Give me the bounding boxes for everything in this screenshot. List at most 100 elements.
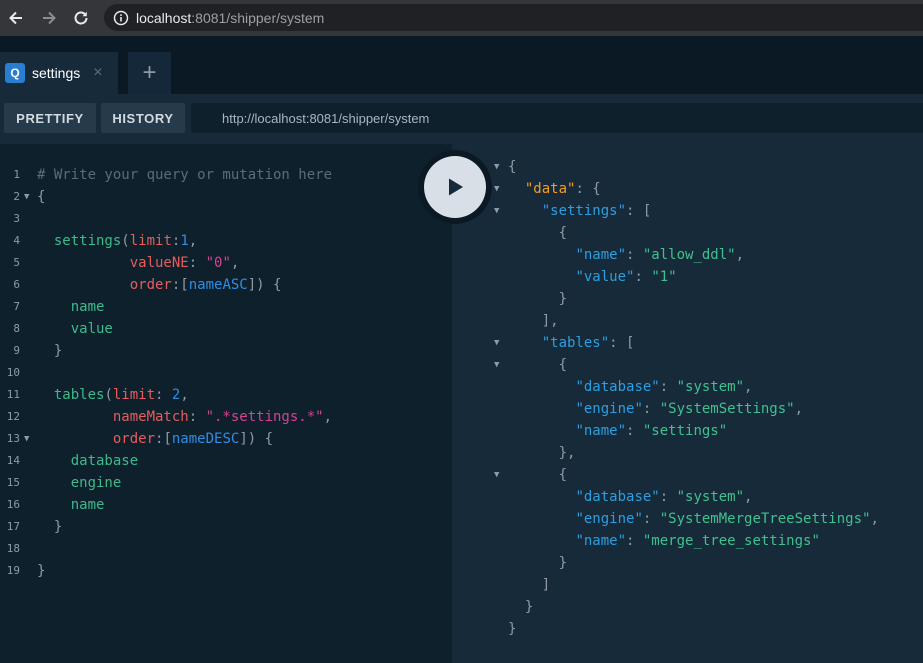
code-token: "0" xyxy=(205,255,231,271)
code-token: name xyxy=(70,497,105,513)
editor-line: { xyxy=(37,186,45,208)
endpoint-input[interactable]: http://localhost:8081/shipper/system xyxy=(191,103,923,133)
code-token: :[ xyxy=(155,431,172,447)
tab-settings[interactable]: Q settings × xyxy=(0,52,118,94)
code-token: , xyxy=(870,511,879,527)
code-token: engine xyxy=(70,475,122,491)
code-token: { xyxy=(37,189,46,205)
code-token: , xyxy=(180,387,189,403)
line-number: 10 xyxy=(6,366,20,379)
fold-arrow-icon[interactable]: ▼ xyxy=(494,332,499,354)
result-line: "engine": "SystemSettings", xyxy=(508,398,803,420)
playground-toolbar: PRETTIFY HISTORY http://localhost:8081/s… xyxy=(0,94,923,144)
result-line: "data": { xyxy=(508,178,601,200)
line-number: 18 xyxy=(6,542,20,555)
prettify-button[interactable]: PRETTIFY xyxy=(4,103,96,133)
line-number: 15 xyxy=(6,476,20,489)
code-token: "value" xyxy=(575,269,635,285)
editor-line: } xyxy=(37,560,45,582)
line-number: 16 xyxy=(6,498,20,511)
url-host: localhost xyxy=(136,9,192,26)
code-token: ( xyxy=(104,387,113,403)
result-line: { xyxy=(508,156,516,178)
line-number: 5 xyxy=(13,256,20,269)
line-number: 17 xyxy=(6,520,20,533)
code-token: nameASC xyxy=(188,277,248,293)
code-token: "settings" xyxy=(642,423,728,439)
code-token: { xyxy=(508,159,517,175)
forward-arrow-icon[interactable] xyxy=(36,5,62,31)
code-token: }, xyxy=(558,445,576,461)
code-token: { xyxy=(558,467,568,483)
fold-arrow-icon[interactable]: ▼ xyxy=(494,354,499,376)
code-token: : { xyxy=(575,181,601,197)
code-token: , xyxy=(744,379,753,395)
line-number: 12 xyxy=(6,410,20,423)
fold-arrow-icon[interactable]: ▼ xyxy=(494,156,499,178)
editor-line: nameMatch: ".*settings.*", xyxy=(37,406,332,428)
code-token: : xyxy=(659,379,677,395)
editor-line: order:[nameDESC]) { xyxy=(37,428,273,450)
code-token: } xyxy=(53,343,63,359)
code-token: } xyxy=(508,621,517,637)
info-icon[interactable] xyxy=(113,10,129,26)
result-line: { xyxy=(508,222,567,244)
fold-arrow-icon[interactable]: ▼ xyxy=(494,178,499,200)
code-token: { xyxy=(558,225,568,241)
code-token: ]) { xyxy=(239,431,274,447)
code-token: : xyxy=(642,401,660,417)
code-token: "engine" xyxy=(575,401,643,417)
editor-line: order:[nameASC]) { xyxy=(37,274,282,296)
address-text: localhost:8081/shipper/system xyxy=(136,10,324,26)
fold-arrow-icon[interactable]: ▼ xyxy=(24,186,29,208)
result-line: }, xyxy=(508,442,576,464)
editor-line: tables(limit: 2, xyxy=(37,384,189,406)
code-token: "SystemSettings" xyxy=(659,401,795,417)
code-token: "engine" xyxy=(575,511,643,527)
fold-arrow-icon[interactable]: ▼ xyxy=(24,428,29,450)
result-line: "settings": [ xyxy=(508,200,652,222)
fold-arrow-icon[interactable]: ▼ xyxy=(494,200,499,222)
code-token: , xyxy=(735,247,745,263)
browser-toolbar: localhost:8081/shipper/system xyxy=(0,0,923,36)
query-editor[interactable]: 1 # Write your query or mutation here 2 ▼ {3… xyxy=(0,144,452,663)
result-line: ], xyxy=(508,310,559,332)
code-token: } xyxy=(53,519,63,535)
editor-line: value xyxy=(37,318,113,340)
address-bar[interactable]: localhost:8081/shipper/system xyxy=(104,4,923,31)
editor-line: } xyxy=(37,516,62,538)
code-token: "allow_ddl" xyxy=(642,247,736,263)
close-icon[interactable]: × xyxy=(93,64,102,82)
fold-arrow-icon[interactable]: ▼ xyxy=(494,464,499,486)
line-number: 1 xyxy=(13,168,20,181)
history-button[interactable]: HISTORY xyxy=(101,103,185,133)
result-line: } xyxy=(508,596,533,618)
code-token: : xyxy=(659,489,677,505)
back-arrow-icon[interactable] xyxy=(3,5,29,31)
result-line: "name": "settings" xyxy=(508,420,727,442)
add-tab-button[interactable]: + xyxy=(128,52,171,94)
editor-line: name xyxy=(37,296,105,318)
code-token: limit xyxy=(112,387,156,403)
reload-icon[interactable] xyxy=(68,5,94,31)
code-token: "1" xyxy=(651,269,677,285)
code-token: "system" xyxy=(676,379,745,395)
result-line: { xyxy=(508,464,567,486)
line-number: 3 xyxy=(13,212,20,225)
code-token: ".*settings.*" xyxy=(205,409,324,425)
code-token: , xyxy=(230,255,240,271)
code-token: : xyxy=(642,511,660,527)
execute-query-button[interactable] xyxy=(424,156,486,218)
line-number: 13 xyxy=(6,432,20,445)
